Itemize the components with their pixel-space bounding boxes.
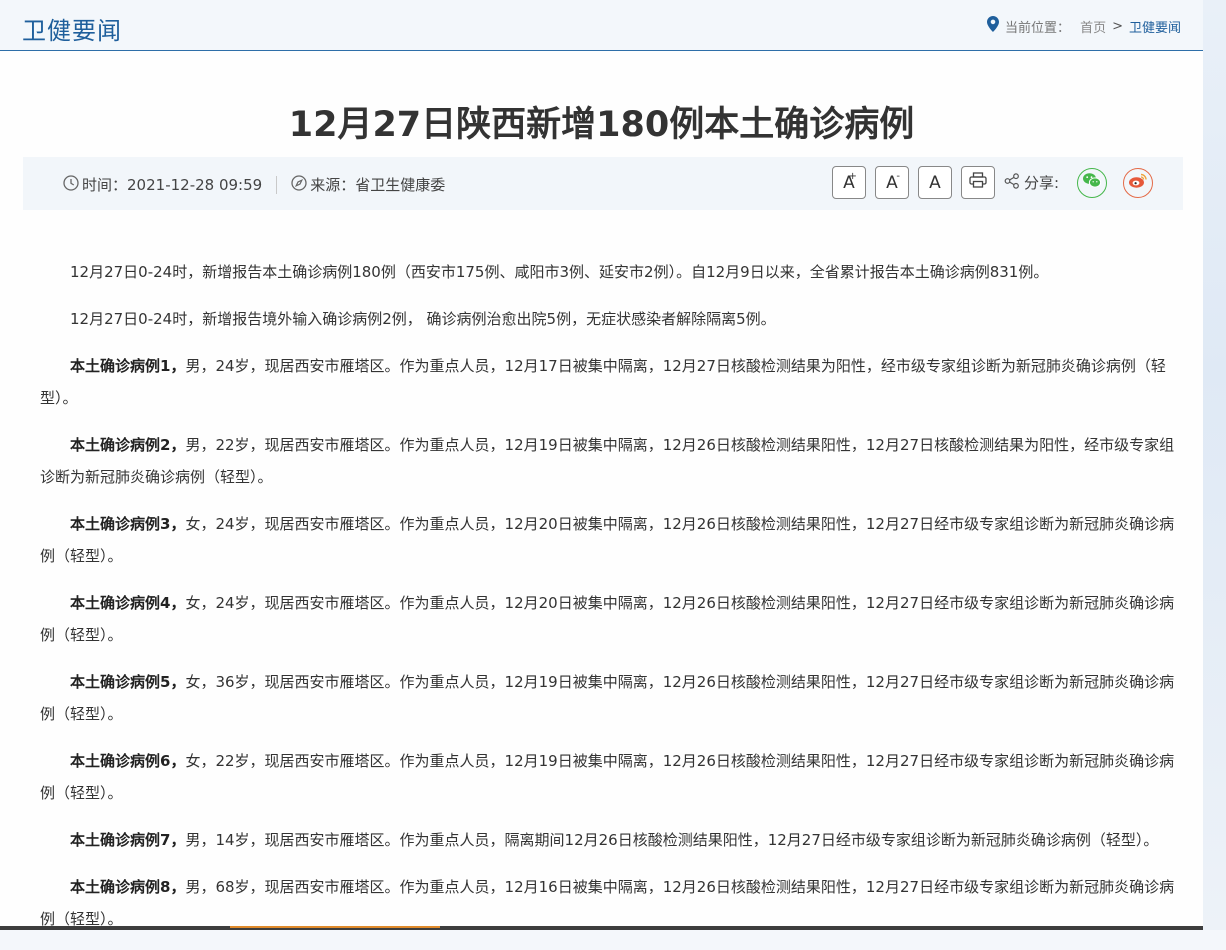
paragraph-lead: 本土确诊病例7，	[70, 831, 186, 849]
share-area: 分享:	[1004, 172, 1059, 193]
paragraph: 本土确诊病例6，女，22岁，现居西安市雁塔区。作为重点人员，12月19日被集中隔…	[40, 745, 1180, 809]
breadcrumb-current-link[interactable]: 卫健要闻	[1129, 17, 1181, 36]
breadcrumb-label: 当前位置：	[1005, 20, 1071, 36]
paragraph: 本土确诊病例4，女，24岁，现居西安市雁塔区。作为重点人员，12月20日被集中隔…	[40, 587, 1180, 651]
paragraph-lead: 本土确诊病例6，	[70, 752, 186, 770]
breadcrumb: 当前位置： 首页 > 卫健要闻	[987, 16, 1181, 36]
meta-divider	[276, 175, 278, 194]
paragraph-text: 女，22岁，现居西安市雁塔区。作为重点人员，12月19日被集中隔离，12月26日…	[40, 752, 1175, 802]
paragraph-lead: 本土确诊病例1，	[70, 357, 186, 375]
printer-icon	[969, 172, 987, 193]
paragraph-text: 男，68岁，现居西安市雁塔区。作为重点人员，12月16日被集中隔离，12月26日…	[40, 878, 1175, 928]
paragraph: 12月27日0-24时，新增报告境外输入确诊病例2例， 确诊病例治愈出院5例，无…	[40, 303, 1180, 335]
font-default-glyph: A	[929, 172, 941, 193]
article-title: 12月27日陕西新增180例本土确诊病例	[288, 105, 915, 145]
time-label: 时间：	[82, 176, 128, 194]
paragraph-text: 男，22岁，现居西安市雁塔区。作为重点人员，12月19日被集中隔离，12月26日…	[40, 436, 1175, 486]
breadcrumb-separator: >	[1112, 18, 1123, 34]
weibo-icon	[1128, 172, 1148, 193]
share-icon	[1004, 172, 1024, 193]
font-larger-button[interactable]: A +	[831, 166, 866, 199]
share-label: 分享:	[1023, 174, 1059, 192]
paragraph: 本土确诊病例2，男，22岁，现居西安市雁塔区。作为重点人员，12月19日被集中隔…	[40, 429, 1180, 493]
article-toolbar: A + A- A 分享:	[823, 166, 1153, 199]
paragraph: 本土确诊病例7，男，14岁，现居西安市雁塔区。作为重点人员，隔离期间12月26日…	[40, 824, 1180, 856]
paragraph: 本土确诊病例5，女，36岁，现居西安市雁塔区。作为重点人员，12月19日被集中隔…	[40, 666, 1180, 730]
bottom-bar	[0, 926, 1203, 930]
article-meta-bar: 时间： 2021-12-28 09:59 来源： 省卫生健康委 A+ A- A	[23, 157, 1183, 210]
minus-sign-icon: -	[896, 171, 900, 182]
font-smaller-button[interactable]: A-	[874, 166, 909, 199]
paragraph: 12月27日0-24时，新增报告本土确诊病例180例（西安市175例、咸阳市3例…	[40, 256, 1180, 288]
time-value: 2021-12-28 09:59	[127, 175, 263, 194]
paragraph: 本土确诊病例3，女，24岁，现居西安市雁塔区。作为重点人员，12月20日被集中隔…	[40, 508, 1180, 572]
weibo-share-button[interactable]	[1123, 167, 1153, 198]
main-panel: 卫健要闻 当前位置： 首页 > 卫健要闻 12月27日陕西新增180例本土确诊病…	[0, 0, 1203, 930]
paragraph: 本土确诊病例1，男，24岁，现居西安市雁塔区。作为重点人员，12月17日被集中隔…	[40, 350, 1180, 414]
article-meta-info: 时间： 2021-12-28 09:59 来源： 省卫生健康委	[63, 174, 445, 195]
compass-icon	[291, 174, 310, 195]
section-title: 卫健要闻	[22, 17, 122, 45]
wechat-share-button[interactable]	[1077, 167, 1107, 198]
source-value: 省卫生健康委	[355, 176, 446, 194]
section-header: 卫健要闻 当前位置： 首页 > 卫健要闻	[0, 0, 1203, 51]
paragraph-text: 女，36岁，现居西安市雁塔区。作为重点人员，12月19日被集中隔离，12月26日…	[40, 673, 1175, 723]
paragraph-text: 男，24岁，现居西安市雁塔区。作为重点人员，12月17日被集中隔离，12月27日…	[40, 357, 1166, 407]
clock-icon	[63, 174, 82, 195]
article-body: 12月27日0-24时，新增报告本土确诊病例180例（西安市175例、咸阳市3例…	[40, 256, 1180, 950]
paragraph-lead: 本土确诊病例2，	[70, 436, 186, 454]
paragraph-lead: 本土确诊病例8，	[70, 878, 186, 896]
bottom-accent	[230, 926, 440, 928]
wechat-icon	[1082, 172, 1102, 193]
font-default-button[interactable]: A	[917, 166, 952, 199]
paragraph-lead: 本土确诊病例5，	[70, 673, 186, 691]
paragraph-lead: 本土确诊病例4，	[70, 594, 186, 612]
print-button[interactable]	[960, 166, 995, 199]
paragraph-text: 女，24岁，现居西安市雁塔区。作为重点人员，12月20日被集中隔离，12月26日…	[40, 515, 1175, 565]
paragraph-lead: 本土确诊病例3，	[70, 515, 186, 533]
paragraph-text: 12月27日0-24时，新增报告本土确诊病例180例（西安市175例、咸阳市3例…	[70, 263, 1049, 281]
paragraph-text: 12月27日0-24时，新增报告境外输入确诊病例2例， 确诊病例治愈出院5例，无…	[70, 310, 776, 328]
location-pin-icon	[987, 16, 1000, 36]
right-background-strip	[1203, 0, 1226, 930]
breadcrumb-home-link[interactable]: 首页	[1080, 17, 1106, 36]
paragraph-text: 男，14岁，现居西安市雁塔区。作为重点人员，隔离期间12月26日核酸检测结果阳性…	[185, 831, 1159, 849]
source-label: 来源：	[310, 176, 356, 194]
plus-sign-icon: +	[848, 171, 857, 182]
paragraph-text: 女，24岁，现居西安市雁塔区。作为重点人员，12月20日被集中隔离，12月26日…	[40, 594, 1175, 644]
